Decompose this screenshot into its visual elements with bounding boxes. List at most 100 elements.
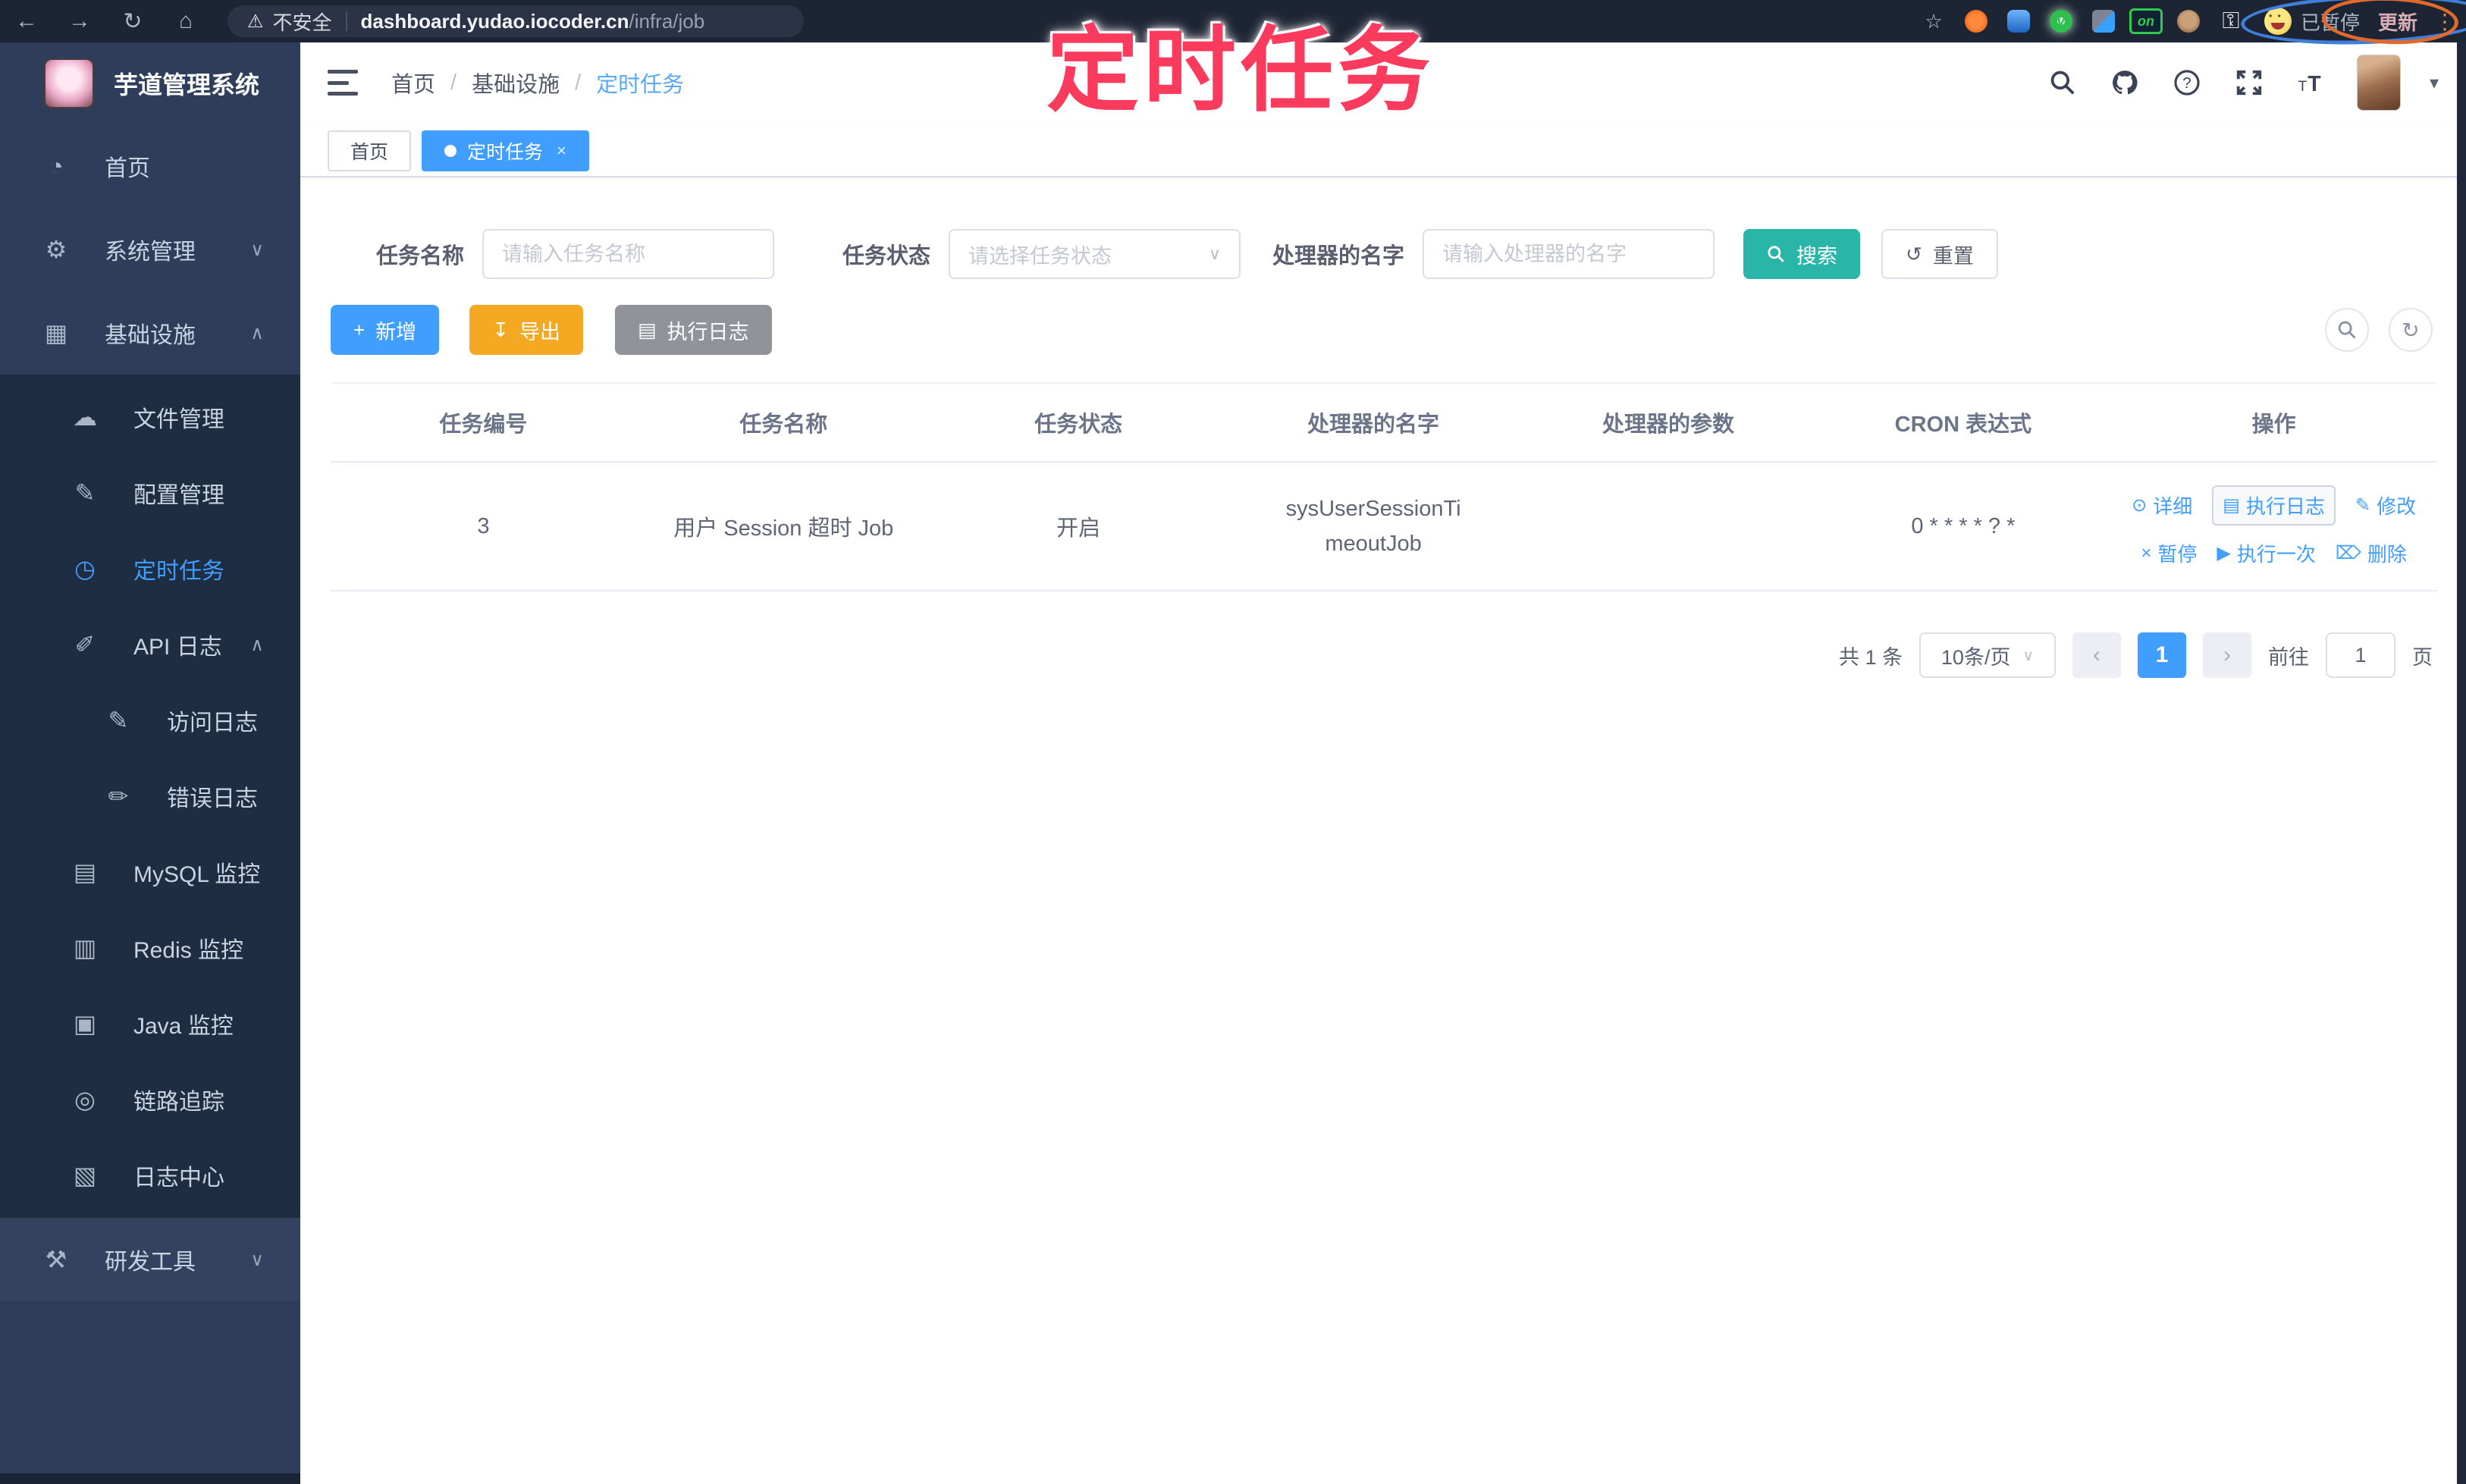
sidebar-item-dev-tools[interactable]: ⚒ 研发工具 ∨ xyxy=(0,1218,300,1301)
browser-reload-icon[interactable]: ↻ xyxy=(106,8,159,35)
sidebar-item-access-logs[interactable]: ✎ 访问日志 xyxy=(0,682,300,758)
sidebar-item-trace[interactable]: ◎ 链路追踪 xyxy=(0,1062,300,1137)
dashboard-icon: ◔ xyxy=(49,152,64,180)
github-icon[interactable] xyxy=(2108,66,2141,99)
sidebar-item-label: 首页 xyxy=(105,156,150,181)
col-cron: CRON 表达式 xyxy=(1894,413,2032,437)
page-header: 首页 / 基础设施 / 定时任务 ? T T ▾ xyxy=(300,42,2466,123)
cell-handler-name: sysUserSessionTimeoutJob xyxy=(1285,496,1461,556)
sidebar-item-home[interactable]: ◔ 首页 xyxy=(0,124,300,208)
handler-name-input[interactable] xyxy=(1423,229,1715,279)
sidebar-item-system-management[interactable]: ⚙ 系统管理 ∨ xyxy=(0,208,300,291)
sidebar-item-file-management[interactable]: ☁ 文件管理 xyxy=(0,379,300,455)
detail-link[interactable]: ⊙ 详细 xyxy=(2132,491,2192,519)
not-secure-label: 不安全 xyxy=(272,11,332,34)
pause-link[interactable]: × 暂停 xyxy=(2141,539,2197,567)
extension-grid-icon[interactable] xyxy=(2082,6,2125,36)
sidebar-item-api-logs[interactable]: ✐ API 日志 ∧ xyxy=(0,607,300,682)
tab-label: 首页 xyxy=(350,142,389,163)
help-icon[interactable]: ? xyxy=(2170,66,2204,99)
col-task-name: 任务名称 xyxy=(739,413,828,437)
task-status-select[interactable]: 请选择任务状态 ∨ xyxy=(949,229,1241,279)
infrastructure-icon: ▦ xyxy=(44,319,68,347)
sidebar-item-label: 链路追踪 xyxy=(133,1090,224,1115)
sidebar-item-scheduled-tasks[interactable]: ◷ 定时任务 xyxy=(0,531,300,607)
execution-log-button[interactable]: ▤ 执行日志 xyxy=(614,305,772,355)
breadcrumb-infrastructure[interactable]: 基础设施 xyxy=(472,67,560,99)
total-count: 共 1 条 xyxy=(1838,645,1903,669)
user-menu-caret-icon[interactable]: ▾ xyxy=(2430,72,2439,94)
chevron-up-icon: ∧ xyxy=(250,634,264,655)
chevron-down-icon: ∨ xyxy=(1208,244,1222,263)
app-window: ← → ↻ ⌂ ⚠ 不安全 dashboard.yudao.iocoder.cn… xyxy=(0,0,2466,1484)
goto-page-input[interactable] xyxy=(2326,632,2395,678)
sidebar-item-error-logs[interactable]: ✏ 错误日志 xyxy=(0,758,300,834)
action-toolbar: + 新增 ↧ 导出 ▤ 执行日志 ↻ xyxy=(331,305,2437,355)
sidebar-item-config-management[interactable]: ✎ 配置管理 xyxy=(0,455,300,531)
refresh-button[interactable]: ↻ xyxy=(2389,308,2433,352)
active-tab-dot xyxy=(444,145,457,157)
browser-forward-icon[interactable]: → xyxy=(53,8,106,34)
edit-icon: ✎ xyxy=(74,479,96,507)
browser-menu-icon[interactable]: ⋮ xyxy=(2424,6,2466,36)
url-host: dashboard.yudao.iocoder.cn xyxy=(360,9,629,33)
toggle-search-button[interactable] xyxy=(2325,308,2369,352)
extension-on-badge-icon[interactable]: on xyxy=(2125,6,2167,36)
sidebar-item-label: 基础设施 xyxy=(105,323,196,348)
sidebar-item-mysql-monitor[interactable]: ▤ MySQL 监控 xyxy=(0,834,300,910)
sidebar-collapse-icon[interactable] xyxy=(328,70,358,96)
extension-monkey-icon[interactable] xyxy=(2167,6,2210,36)
table-header-row: 任务编号 任务名称 任务状态 处理器的名字 处理器的参数 CRON 表达式 操作 xyxy=(331,382,2437,463)
breadcrumb-home[interactable]: 首页 xyxy=(391,67,435,99)
browser-update-button[interactable]: 更新 xyxy=(2372,6,2424,36)
filter-form: 任务名称 任务状态 请选择任务状态 ∨ 处理器的名字 搜索 ↺ 重置 xyxy=(376,229,2437,279)
cell-task-status: 开启 xyxy=(1056,516,1101,541)
tasks-table: 任务编号 任务名称 任务状态 处理器的名字 处理器的参数 CRON 表达式 操作… xyxy=(331,382,2437,591)
extensions-puzzle-icon[interactable]: ⚿ xyxy=(2210,6,2252,36)
chevron-down-icon: ∨ xyxy=(250,1249,264,1270)
list-icon: ▤ xyxy=(2223,495,2240,516)
browser-home-icon[interactable]: ⌂ xyxy=(159,8,212,34)
col-handler-params: 处理器的参数 xyxy=(1602,413,1734,437)
col-task-status: 任务状态 xyxy=(1034,413,1123,437)
profile-paused-button[interactable]: 已暂停 xyxy=(2252,6,2372,36)
list-icon: ▤ xyxy=(637,318,657,341)
clock-icon: ◷ xyxy=(74,555,96,582)
reset-button[interactable]: ↺ 重置 xyxy=(1881,229,1998,279)
col-handler-name: 处理器的名字 xyxy=(1307,413,1440,437)
sidebar-item-infrastructure[interactable]: ▦ 基础设施 ∧ xyxy=(0,291,300,375)
tab-home[interactable]: 首页 xyxy=(328,130,412,171)
page-size-select[interactable]: 10条/页 ∨ xyxy=(1919,632,2056,678)
sidebar-item-log-center[interactable]: ▧ 日志中心 xyxy=(0,1137,300,1213)
export-button[interactable]: ↧ 导出 xyxy=(469,305,583,355)
sidebar-item-label: 配置管理 xyxy=(133,483,224,508)
extension-trophy-icon[interactable] xyxy=(1997,6,2040,36)
tab-close-icon[interactable]: × xyxy=(557,141,566,161)
sidebar-item-java-monitor[interactable]: ▣ Java 监控 xyxy=(0,986,300,1062)
bookmark-star-icon[interactable]: ☆ xyxy=(1912,6,1955,36)
fullscreen-icon[interactable] xyxy=(2232,66,2266,99)
main-area: 首页 / 基础设施 / 定时任务 ? T T ▾ 首页 定时任务 × 任务名称 … xyxy=(300,42,2466,1484)
tab-scheduled-tasks[interactable]: 定时任务 × xyxy=(422,130,589,171)
browser-back-icon[interactable]: ← xyxy=(0,8,53,34)
next-page-button[interactable]: › xyxy=(2203,632,2251,678)
search-button[interactable]: 搜索 xyxy=(1743,229,1861,279)
extension-v-icon[interactable]: V xyxy=(2040,6,2082,36)
prev-page-button[interactable]: ‹ xyxy=(2072,632,2121,678)
row-execution-log-link[interactable]: ▤ 执行日志 xyxy=(2212,485,2336,526)
run-once-link[interactable]: ▶ 执行一次 xyxy=(2217,539,2315,567)
page-1-button[interactable]: 1 xyxy=(2138,632,2186,678)
search-icon[interactable] xyxy=(2046,66,2079,99)
font-size-icon[interactable]: TT xyxy=(2295,66,2328,99)
sidebar-item-redis-monitor[interactable]: ▥ Redis 监控 xyxy=(0,910,300,986)
user-avatar[interactable] xyxy=(2356,55,2401,111)
edit-link[interactable]: ✎ 修改 xyxy=(2355,491,2416,519)
delete-link[interactable]: ⌦ 删除 xyxy=(2336,539,2407,567)
sidebar-item-label: Java 监控 xyxy=(133,1014,234,1039)
add-button[interactable]: + 新增 xyxy=(331,305,440,355)
extension-orange-icon[interactable] xyxy=(1955,6,1997,36)
col-actions: 操作 xyxy=(2251,413,2296,437)
table-row: 3 用户 Session 超时 Job 开启 sysUserSessionTim… xyxy=(331,463,2437,591)
task-name-input[interactable] xyxy=(482,229,775,279)
address-bar[interactable]: ⚠ 不安全 dashboard.yudao.iocoder.cn/infra/j… xyxy=(227,5,804,37)
